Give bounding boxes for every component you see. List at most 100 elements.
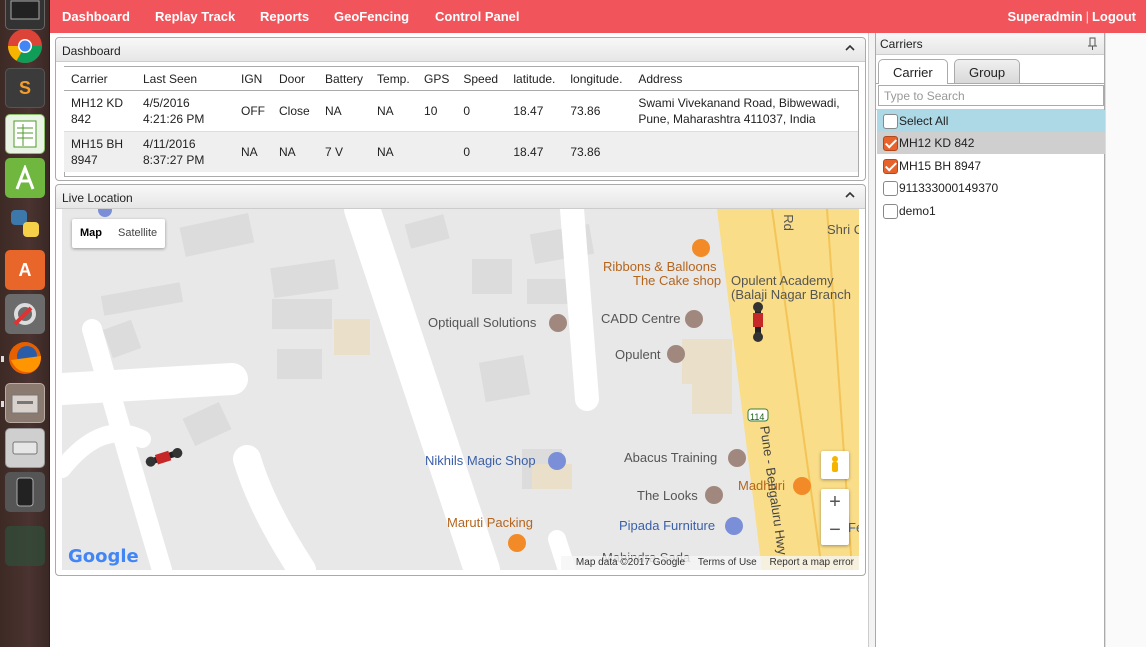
files-icon[interactable] xyxy=(5,383,45,423)
shopping-icon[interactable] xyxy=(548,452,566,470)
col-gps[interactable]: GPS xyxy=(417,66,457,91)
cell-battery: 7 V xyxy=(318,131,371,172)
dashboard-panel: Dashboard Carrier Last Seen IGN Door Bat… xyxy=(55,37,866,181)
chrome-icon[interactable] xyxy=(5,26,45,66)
checkbox-checked[interactable] xyxy=(883,159,898,174)
list-item[interactable]: MH12 KD 842 xyxy=(877,132,1105,154)
device-icon[interactable] xyxy=(5,472,45,512)
col-battery[interactable]: Battery xyxy=(318,66,371,91)
tab-group[interactable]: Group xyxy=(954,59,1021,84)
nav-control-panel[interactable]: Control Panel xyxy=(435,9,520,24)
sublime-icon[interactable]: S xyxy=(5,68,45,108)
launcher-bar: S A xyxy=(0,0,50,647)
collapse-icon[interactable] xyxy=(843,188,857,202)
cell-address xyxy=(631,131,858,172)
list-item[interactable]: 911333000149370 xyxy=(877,177,1105,199)
cell-gps xyxy=(417,131,457,172)
spreadsheet-icon[interactable] xyxy=(5,114,45,154)
col-ign[interactable]: IGN xyxy=(234,66,272,91)
cell-longitude: 73.86 xyxy=(563,131,632,172)
nav-geofencing[interactable]: GeoFencing xyxy=(334,9,409,24)
col-door[interactable]: Door xyxy=(272,66,318,91)
poi-opulent-academy[interactable]: Opulent Academy xyxy=(731,273,834,288)
shopping-icon[interactable] xyxy=(725,517,743,535)
report-error-link[interactable]: Report a map error xyxy=(770,557,854,568)
restaurant-icon[interactable] xyxy=(692,239,710,257)
col-last-seen[interactable]: Last Seen xyxy=(136,66,234,91)
col-longitude[interactable]: longitude. xyxy=(563,66,632,91)
nav-dashboard[interactable]: Dashboard xyxy=(62,9,130,24)
table-row[interactable]: MH12 KD 842 4/5/2016 4:21:26 PM OFF Clos… xyxy=(64,90,858,132)
checkbox[interactable] xyxy=(883,114,898,129)
carrier-table: Carrier Last Seen IGN Door Battery Temp.… xyxy=(64,66,858,172)
poi-optiquall[interactable]: Optiquall Solutions xyxy=(428,315,536,330)
pin-icon[interactable] xyxy=(1086,37,1098,51)
poi-cake-shop[interactable]: The Cake shop xyxy=(633,273,721,288)
drive-icon[interactable] xyxy=(5,428,45,468)
checkbox-checked[interactable] xyxy=(883,136,898,151)
poi-abacus[interactable]: Abacus Training xyxy=(624,450,717,465)
restaurant-icon[interactable] xyxy=(793,477,811,495)
col-address[interactable]: Address xyxy=(631,66,858,91)
map-type-toggle: Map Satellite xyxy=(72,219,166,248)
android-studio-icon[interactable] xyxy=(5,158,45,198)
place-icon[interactable] xyxy=(728,449,746,467)
list-item-label: MH15 BH 8947 xyxy=(899,159,982,173)
place-icon[interactable] xyxy=(705,486,723,504)
list-item[interactable]: MH15 BH 8947 xyxy=(877,155,1105,177)
poi-ribbons[interactable]: Ribbons & Balloons xyxy=(603,259,716,274)
trash-icon[interactable] xyxy=(5,526,45,566)
pegman-icon[interactable] xyxy=(821,451,849,479)
cell-ign: NA xyxy=(234,131,272,172)
list-item-select-all[interactable]: Select All xyxy=(877,110,1105,132)
zoom-in-button[interactable]: + xyxy=(821,489,849,517)
col-temp[interactable]: Temp. xyxy=(370,66,418,91)
map-type-satellite[interactable]: Satellite xyxy=(110,219,165,248)
poi-pipada[interactable]: Pipada Furniture xyxy=(619,518,715,533)
vehicle-marker-icon[interactable] xyxy=(142,445,188,469)
restaurant-icon[interactable] xyxy=(508,534,526,552)
cell-carrier: MH15 BH 8947 xyxy=(64,131,136,172)
zoom-control: + − xyxy=(821,489,849,545)
poi-nikhils[interactable]: Nikhils Magic Shop xyxy=(425,453,536,468)
place-icon[interactable] xyxy=(667,345,685,363)
checkbox[interactable] xyxy=(883,204,898,219)
list-item[interactable]: demo1 xyxy=(877,200,1105,222)
settings-icon[interactable] xyxy=(5,294,45,334)
col-speed[interactable]: Speed xyxy=(456,66,507,91)
col-carrier[interactable]: Carrier xyxy=(64,66,136,91)
tab-carrier[interactable]: Carrier xyxy=(878,59,948,84)
list-item-label: 911333000149370 xyxy=(899,181,999,195)
table-row[interactable]: MH15 BH 8947 4/11/2016 8:37:27 PM NA NA … xyxy=(64,131,858,172)
cell-last-seen: 4/5/2016 4:21:26 PM xyxy=(136,90,234,132)
poi-cadd[interactable]: CADD Centre xyxy=(601,311,680,326)
list-item-label: Select All xyxy=(899,114,949,128)
map-footer: Map data ©2017 Google Terms of Use Repor… xyxy=(560,556,859,570)
poi-looks[interactable]: The Looks xyxy=(637,488,698,503)
nav-reports[interactable]: Reports xyxy=(260,9,309,24)
python-icon[interactable] xyxy=(5,204,45,244)
zoom-out-button[interactable]: − xyxy=(821,517,849,545)
vehicle-marker-icon[interactable] xyxy=(746,299,770,345)
google-logo: Google xyxy=(68,546,139,567)
map-type-map[interactable]: Map xyxy=(72,219,110,248)
cell-gps: 10 xyxy=(417,90,457,132)
nav-replay-track[interactable]: Replay Track xyxy=(155,9,235,24)
poi-opulent[interactable]: Opulent xyxy=(615,347,661,362)
carrier-search-input[interactable] xyxy=(878,85,1104,106)
firefox-icon[interactable] xyxy=(5,338,45,378)
col-latitude[interactable]: latitude. xyxy=(506,66,564,91)
collapse-icon[interactable] xyxy=(843,41,857,55)
logout-link[interactable]: Logout xyxy=(1092,9,1136,24)
place-icon[interactable] xyxy=(685,310,703,328)
map-canvas[interactable]: Ribbons & Balloons The Cake shop Opulent… xyxy=(62,209,859,570)
cell-door: Close xyxy=(272,90,318,132)
cell-temp: NA xyxy=(370,90,418,132)
software-center-icon[interactable]: A xyxy=(5,250,45,290)
panel-splitter[interactable] xyxy=(868,33,875,647)
place-icon[interactable] xyxy=(549,314,567,332)
poi-maruti[interactable]: Maruti Packing xyxy=(447,515,533,530)
terms-link[interactable]: Terms of Use xyxy=(698,557,757,568)
checkbox[interactable] xyxy=(883,181,898,196)
username: Superadmin xyxy=(1007,9,1083,24)
